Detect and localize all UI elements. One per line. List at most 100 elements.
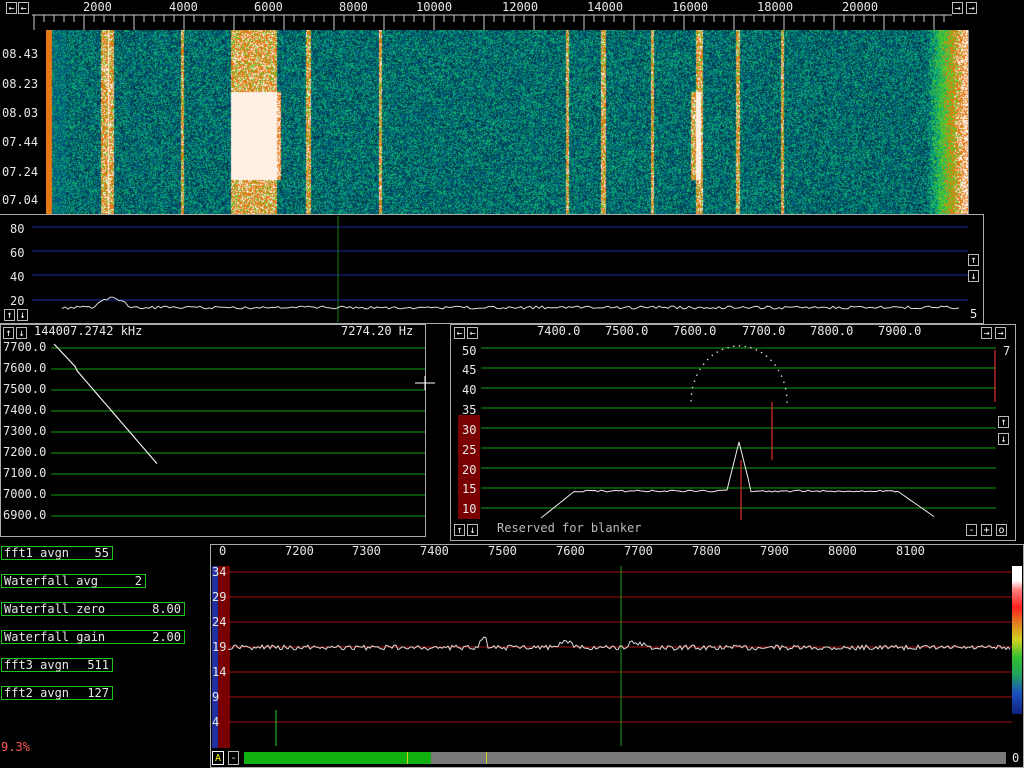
bb-spec-x-tick: 7400.0 [537, 324, 581, 338]
bb-spec-x-tick: 7700.0 [742, 324, 786, 338]
waterfall-display[interactable] [46, 30, 968, 214]
hires-left-label: 0 [219, 544, 227, 558]
hires-x-tick: 7600 [556, 544, 585, 558]
param-fft2-avgn[interactable]: fft2 avgn 127 [1, 686, 113, 700]
bb-spec-right-button-2[interactable]: → [995, 327, 1006, 339]
auto-button[interactable]: A [212, 751, 224, 765]
up-arrow-icon: ↑ [6, 310, 13, 321]
time-label: 07.24 [2, 165, 39, 179]
down-arrow-icon: ↓ [18, 328, 25, 339]
minus-icon: - [968, 525, 975, 536]
baseband-up-button[interactable]: ↑ [3, 327, 14, 339]
baseband-down-button[interactable]: ↓ [16, 327, 27, 339]
hires-color-scale-bar [1012, 566, 1022, 714]
bb-spec-left-button[interactable]: ← [454, 327, 465, 339]
bb-spec-y-label: 45 [462, 363, 477, 377]
param-waterfall-gain[interactable]: Waterfall gain 2.00 [1, 630, 185, 644]
bb-spec-y-label: 15 [462, 482, 477, 496]
param-waterfall-zero[interactable]: Waterfall zero 8.00 [1, 602, 185, 616]
hires-x-tick: 7700 [624, 544, 653, 558]
bb-spec-left-button-2[interactable]: ← [467, 327, 478, 339]
bb-spec-down-button[interactable]: ↓ [467, 524, 478, 536]
bb-spec-scale-up-button[interactable]: ↑ [998, 416, 1009, 428]
down-arrow-icon: ↓ [1000, 434, 1007, 445]
left-arrow-icon: ← [456, 328, 463, 339]
hires-x-tick: 7300 [352, 544, 381, 558]
hires-y-label: 34 [212, 565, 227, 579]
blanker-placeholder-text: Reserved for blanker [497, 521, 642, 535]
minus-icon: - [230, 753, 237, 764]
param-label: Waterfall avg [4, 574, 98, 588]
scroll-left-button-2[interactable]: ← [18, 2, 29, 14]
cpu-load-indicator: 9.3% [1, 740, 30, 754]
param-label: fft3 avgn [4, 658, 70, 672]
bb-spec-zero-button[interactable]: o [996, 524, 1007, 536]
bb-spec-right-button[interactable]: → [981, 327, 992, 339]
bb-spec-x-tick: 7500.0 [605, 324, 649, 338]
progress-marker [407, 752, 408, 764]
baseband-y-label: 7300.0 [3, 424, 47, 438]
wide-spec-up-button[interactable]: ↑ [4, 309, 15, 321]
hires-y-label: 9 [212, 690, 220, 704]
hires-x-tick: 7200 [285, 544, 314, 558]
wide-spec-right-value: 5 [970, 307, 978, 321]
wide-spectrum-plot [32, 216, 968, 322]
up-arrow-icon: ↑ [1000, 417, 1007, 428]
bb-spec-y-label: 25 [462, 443, 477, 457]
wide-spec-y-label: 20 [10, 294, 25, 308]
right-arrow-icon: → [997, 328, 1004, 339]
param-label: fft2 avgn [4, 686, 70, 700]
hires-x-tick: 8100 [896, 544, 925, 558]
wide-spec-y-label: 60 [10, 246, 25, 260]
scroll-left-button[interactable]: ← [6, 2, 17, 14]
bb-spec-scale-down-button[interactable]: ↓ [998, 433, 1009, 445]
bb-spec-y-label: 20 [462, 463, 477, 477]
baseband-y-label: 7400.0 [3, 403, 47, 417]
waterfall-border [968, 30, 983, 214]
left-arrow-icon: ← [20, 3, 27, 14]
hires-x-tick: 7400 [420, 544, 449, 558]
top-scale-ticks [32, 14, 952, 30]
hires-x-tick: 7800 [692, 544, 721, 558]
down-arrow-icon: ↓ [469, 525, 476, 536]
bb-spec-minus-button[interactable]: - [966, 524, 977, 536]
baseband-y-label: 7200.0 [3, 445, 47, 459]
time-label: 08.43 [2, 47, 39, 61]
bb-spec-y-label: 40 [462, 383, 477, 397]
crosshair-cursor-icon [415, 376, 435, 390]
plus-icon: + [983, 525, 990, 536]
bb-spec-plus-button[interactable]: + [981, 524, 992, 536]
hires-right-value: 0 [1012, 751, 1020, 765]
baseband-y-label: 7500.0 [3, 382, 47, 396]
hz-readout: 7274.20 Hz [341, 324, 414, 338]
down-arrow-icon: ↓ [970, 271, 977, 282]
wide-spec-y-label: 40 [10, 270, 25, 284]
param-fft3-avgn[interactable]: fft3 avgn 511 [1, 658, 113, 672]
bb-spec-x-tick: 7800.0 [810, 324, 854, 338]
param-value: 127 [87, 686, 109, 700]
up-arrow-icon: ↑ [5, 328, 12, 339]
wide-spec-scale-down-button[interactable]: ↓ [968, 270, 979, 282]
baseband-y-label: 6900.0 [3, 508, 47, 522]
wide-spec-scale-up-button[interactable]: ↑ [968, 254, 979, 266]
wide-spec-down-button[interactable]: ↓ [17, 309, 28, 321]
hires-y-label: 24 [212, 615, 227, 629]
progress-fill [244, 752, 431, 764]
bb-spec-x-tick: 7600.0 [673, 324, 717, 338]
time-label: 07.04 [2, 193, 39, 207]
hires-y-label: 14 [212, 665, 227, 679]
param-fft1-avgn[interactable]: fft1 avgn 55 [1, 546, 113, 560]
param-waterfall-avg[interactable]: Waterfall avg 2 [1, 574, 146, 588]
hires-minus-button[interactable]: - [228, 751, 239, 765]
zero-icon: o [998, 525, 1005, 536]
scroll-right-button-2[interactable]: → [966, 2, 977, 14]
right-arrow-icon: → [968, 3, 975, 14]
bb-spec-x-tick: 7900.0 [878, 324, 922, 338]
param-label: Waterfall zero [4, 602, 106, 616]
bb-spec-up-button[interactable]: ↑ [454, 524, 465, 536]
a-icon: A [214, 753, 222, 764]
param-label: fft1 avgn [4, 546, 70, 560]
bb-spec-y-label: 50 [462, 344, 477, 358]
down-arrow-icon: ↓ [19, 310, 26, 321]
scroll-right-button[interactable]: → [952, 2, 963, 14]
